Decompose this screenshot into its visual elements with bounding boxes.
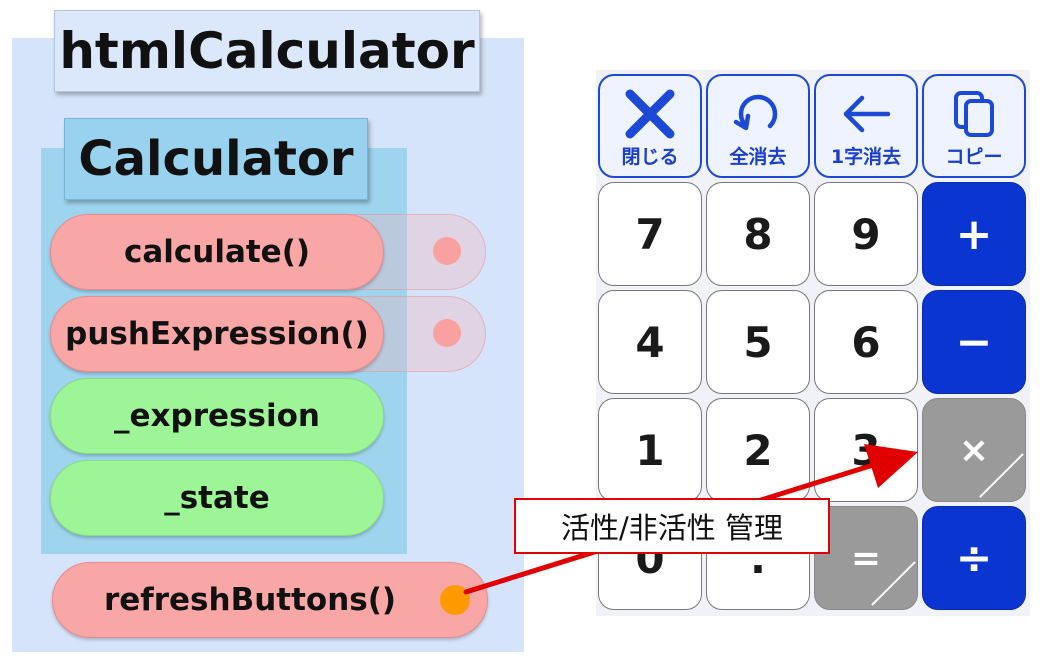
key-6[interactable]: 6 [814, 290, 918, 394]
key-multiply-disabled[interactable]: × [922, 398, 1026, 502]
key-4[interactable]: 4 [598, 290, 702, 394]
field-state: _state [50, 460, 384, 536]
back-arrow-icon [838, 84, 894, 144]
disabled-slash-icon [871, 561, 916, 606]
method-calculate: calculate() [50, 214, 384, 290]
callout-label: 活性/非活性 管理 [514, 498, 830, 554]
key-2[interactable]: 2 [706, 398, 810, 502]
close-button[interactable]: 閉じる [598, 74, 702, 178]
pushexpression-port-dot [433, 319, 461, 347]
close-icon [624, 84, 676, 144]
copy-icon [948, 84, 1000, 144]
close-button-label: 閉じる [621, 145, 679, 168]
refreshbuttons-port-dot [440, 585, 470, 615]
key-8[interactable]: 8 [706, 182, 810, 286]
key-7[interactable]: 7 [598, 182, 702, 286]
key-1[interactable]: 1 [598, 398, 702, 502]
method-refreshbuttons-label: refreshButtons() [103, 582, 397, 618]
key-5[interactable]: 5 [706, 290, 810, 394]
copy-button-label: コピー [945, 145, 1003, 168]
clear-all-button[interactable]: 全消去 [706, 74, 810, 178]
copy-button[interactable]: コピー [922, 74, 1026, 178]
clear-all-button-label: 全消去 [729, 145, 787, 168]
refresh-icon [732, 84, 784, 144]
method-pushexpression: pushExpression() [50, 296, 384, 372]
calculate-port-dot [433, 237, 461, 265]
key-divide[interactable]: ÷ [922, 506, 1026, 610]
backspace-button-label: 1字消去 [830, 145, 902, 168]
key-minus[interactable]: − [922, 290, 1026, 394]
key-3[interactable]: 3 [814, 398, 918, 502]
key-plus[interactable]: + [922, 182, 1026, 286]
key-9[interactable]: 9 [814, 182, 918, 286]
field-expression: _expression [50, 378, 384, 454]
htmlcalculator-title: htmlCalculator [54, 10, 480, 92]
method-refreshbuttons: refreshButtons() [52, 562, 488, 638]
disabled-slash-icon [979, 453, 1024, 498]
calculator-title: Calculator [64, 118, 368, 200]
backspace-button[interactable]: 1字消去 [814, 74, 918, 178]
